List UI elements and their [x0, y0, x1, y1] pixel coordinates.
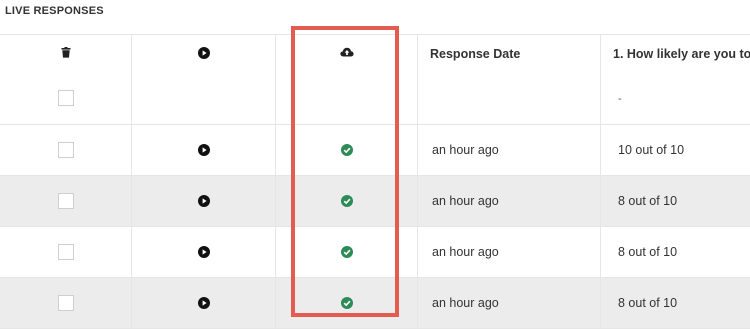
row-date-cell: an hour ago	[418, 227, 601, 277]
play-circle-icon[interactable]	[197, 297, 210, 309]
row-select-cell	[0, 227, 132, 277]
question-1-header: 1. How likely are you to	[613, 47, 750, 61]
row-date-cell: an hour ago	[418, 176, 601, 226]
row-answer-cell: 8 out of 10	[601, 278, 750, 328]
header-play-column	[132, 35, 276, 124]
answer-value: 8 out of 10	[618, 245, 678, 259]
row-status-cell	[276, 227, 418, 277]
header-delete-column	[0, 35, 132, 124]
row-status-cell	[276, 278, 418, 328]
header-question-1[interactable]: 1. How likely are you to -	[601, 35, 750, 124]
table-row[interactable]: an hour ago 8 out of 10	[0, 227, 750, 278]
table-row[interactable]: an hour ago 10 out of 10	[0, 125, 750, 176]
row-checkbox[interactable]	[57, 193, 74, 209]
row-answer-cell: 10 out of 10	[601, 125, 750, 175]
row-play-cell	[132, 176, 276, 226]
check-circle-icon	[340, 297, 353, 309]
table-row[interactable]: an hour ago 8 out of 10	[0, 176, 750, 227]
play-circle-icon[interactable]	[197, 246, 210, 258]
row-answer-cell: 8 out of 10	[601, 227, 750, 277]
table-header-row: Response Date 1. How likely are you to -	[0, 35, 750, 125]
row-play-cell	[132, 278, 276, 328]
row-date-cell: an hour ago	[418, 278, 601, 328]
response-date-header: Response Date	[430, 47, 521, 61]
trash-icon[interactable]	[61, 47, 71, 58]
row-date-cell: an hour ago	[418, 125, 601, 175]
answer-value: 10 out of 10	[618, 143, 685, 157]
select-all-checkbox[interactable]	[57, 90, 74, 106]
answer-value: 8 out of 10	[618, 296, 678, 310]
play-circle-icon[interactable]	[197, 144, 210, 156]
row-play-cell	[132, 125, 276, 175]
row-select-cell	[0, 278, 132, 328]
row-checkbox[interactable]	[57, 295, 74, 311]
header-response-date[interactable]: Response Date	[418, 35, 601, 124]
row-select-cell	[0, 176, 132, 226]
row-checkbox[interactable]	[57, 244, 74, 260]
row-status-cell	[276, 125, 418, 175]
cloud-upload-icon[interactable]	[339, 47, 354, 57]
question-1-summary: -	[618, 93, 622, 105]
check-circle-icon	[340, 195, 353, 207]
answer-value: 8 out of 10	[618, 194, 678, 208]
response-date: an hour ago	[432, 245, 499, 259]
play-circle-icon[interactable]	[197, 47, 210, 59]
response-date: an hour ago	[432, 194, 499, 208]
row-select-cell	[0, 125, 132, 175]
row-answer-cell: 8 out of 10	[601, 176, 750, 226]
responses-table: Response Date 1. How likely are you to -…	[0, 34, 750, 329]
table-row[interactable]: an hour ago 8 out of 10	[0, 278, 750, 329]
check-circle-icon	[340, 246, 353, 258]
row-play-cell	[132, 227, 276, 277]
check-circle-icon	[340, 144, 353, 156]
response-date: an hour ago	[432, 296, 499, 310]
header-upload-column	[276, 35, 418, 124]
row-checkbox[interactable]	[57, 142, 74, 158]
row-status-cell	[276, 176, 418, 226]
response-date: an hour ago	[432, 143, 499, 157]
play-circle-icon[interactable]	[197, 195, 210, 207]
panel-title: LIVE RESPONSES	[5, 5, 104, 17]
